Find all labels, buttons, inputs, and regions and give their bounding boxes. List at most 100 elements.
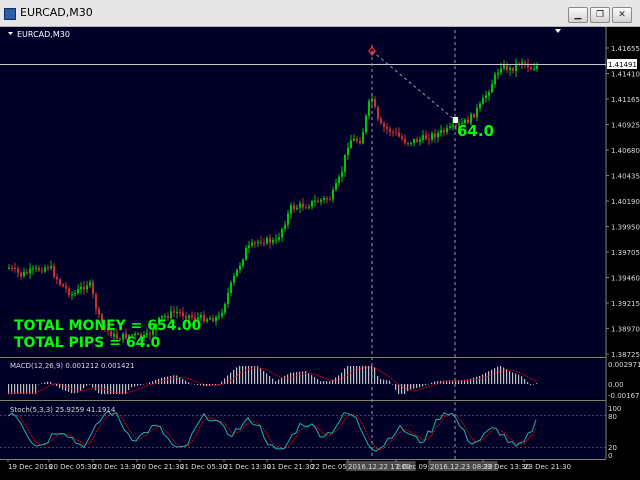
- macd-bar: [173, 375, 175, 384]
- candle-body: [92, 282, 94, 295]
- macd-bar: [479, 375, 481, 384]
- macd-bar: [506, 369, 508, 384]
- macd-bar: [26, 384, 28, 394]
- macd-bar: [353, 366, 355, 384]
- macd-bar: [476, 376, 478, 384]
- macd-bar: [302, 371, 304, 384]
- candle-body: [233, 275, 235, 283]
- macd-bar: [413, 384, 415, 389]
- macd-bar: [368, 366, 370, 384]
- candle-body: [77, 289, 79, 294]
- candle-body: [266, 237, 268, 244]
- candle-body: [14, 267, 16, 269]
- macd-bar: [497, 366, 499, 384]
- candle-body: [365, 115, 367, 133]
- stoch-label: Stoch(5,3,3) 25.9259 41.1914: [10, 406, 116, 414]
- candle-body: [302, 203, 304, 208]
- candle-body: [293, 205, 295, 210]
- macd-bar: [56, 384, 58, 386]
- macd-bar: [245, 366, 247, 384]
- candle-body: [230, 282, 232, 293]
- macd-bar: [425, 384, 427, 386]
- price-axis-label: 1.41655: [611, 45, 640, 53]
- candle-body: [479, 103, 481, 109]
- candle-body: [317, 200, 319, 202]
- macd-bar: [281, 377, 283, 384]
- macd-bar: [494, 368, 496, 384]
- stoch-axis-80: 80: [608, 413, 617, 421]
- candle-body: [59, 279, 61, 285]
- candle-body: [11, 267, 13, 269]
- candle-body: [248, 245, 250, 249]
- macd-bar: [215, 384, 217, 386]
- macd-bar: [395, 384, 397, 390]
- macd-bar: [404, 384, 406, 394]
- candle-body: [251, 242, 253, 246]
- macd-bar: [392, 384, 394, 385]
- candle-body: [395, 131, 397, 133]
- macd-bar: [380, 379, 382, 384]
- price-axis-label: 1.41165: [611, 96, 640, 104]
- candle-body: [416, 139, 418, 142]
- candle-body: [32, 268, 34, 270]
- main-chart-panel[interactable]: [0, 27, 606, 356]
- candle-body: [179, 312, 181, 314]
- candle-body: [35, 267, 37, 269]
- candle-body: [176, 312, 178, 314]
- macd-bar: [350, 366, 352, 384]
- candle-body: [533, 68, 535, 70]
- macd-bar: [419, 384, 421, 388]
- candle-body: [473, 114, 475, 118]
- time-axis-label: 20 Dec 21:30: [137, 463, 184, 471]
- candle-body: [209, 318, 211, 320]
- macd-bar: [89, 384, 91, 385]
- price-axis-label: 1.40925: [611, 122, 640, 130]
- candle-body: [254, 242, 256, 244]
- macd-label: MACD(12,26,9) 0.001212 0.001421: [10, 362, 134, 370]
- macd-bar: [95, 384, 97, 391]
- macd-bar: [488, 371, 490, 384]
- candle-body: [95, 294, 97, 309]
- macd-bar: [329, 381, 331, 384]
- price-axis-label: 1.39705: [611, 249, 640, 257]
- candle-body: [215, 317, 217, 322]
- candle-body: [173, 311, 175, 313]
- candle-body: [68, 288, 70, 295]
- total-pips-label: TOTAL PIPS = 64.0: [14, 335, 161, 351]
- macd-bar: [203, 384, 205, 386]
- candle-body: [203, 314, 205, 322]
- macd-bar: [86, 384, 88, 386]
- macd-bar: [530, 384, 532, 386]
- time-axis-label: 20 Dec 05:30: [49, 463, 96, 471]
- candle-body: [29, 268, 31, 274]
- price-axis-label: 1.39460: [611, 275, 640, 283]
- candle-body: [83, 286, 85, 290]
- candle-body: [221, 312, 223, 317]
- candle-body: [50, 266, 52, 269]
- macd-bar: [254, 366, 256, 384]
- candle-body: [374, 98, 376, 108]
- candle-body: [23, 272, 25, 277]
- macd-bar: [386, 380, 388, 384]
- candle-body: [392, 131, 394, 133]
- macd-bar: [83, 384, 85, 389]
- candle-body: [239, 265, 241, 270]
- time-axis-label: 20 Dec 13:30: [93, 463, 140, 471]
- macd-bar: [446, 380, 448, 384]
- candle-body: [512, 67, 514, 72]
- candle-body: [299, 203, 301, 208]
- candle-body: [74, 293, 76, 295]
- macd-bar: [185, 380, 187, 384]
- macd-bar: [194, 384, 196, 385]
- macd-axis-top: 0.002971: [608, 361, 640, 369]
- chart-canvas[interactable]: EURCAD,M30 1.416551.414101.411651.409251…: [0, 0, 640, 480]
- candle-body: [272, 240, 274, 243]
- macd-bar: [131, 384, 133, 388]
- candle-body: [353, 138, 355, 141]
- time-axis-label: 21 Dec 05:30: [180, 463, 227, 471]
- macd-bar: [377, 375, 379, 384]
- candle-body: [347, 147, 349, 156]
- macd-bar: [449, 380, 451, 384]
- macd-bar: [374, 367, 376, 384]
- price-axis-label: 1.38970: [611, 326, 640, 334]
